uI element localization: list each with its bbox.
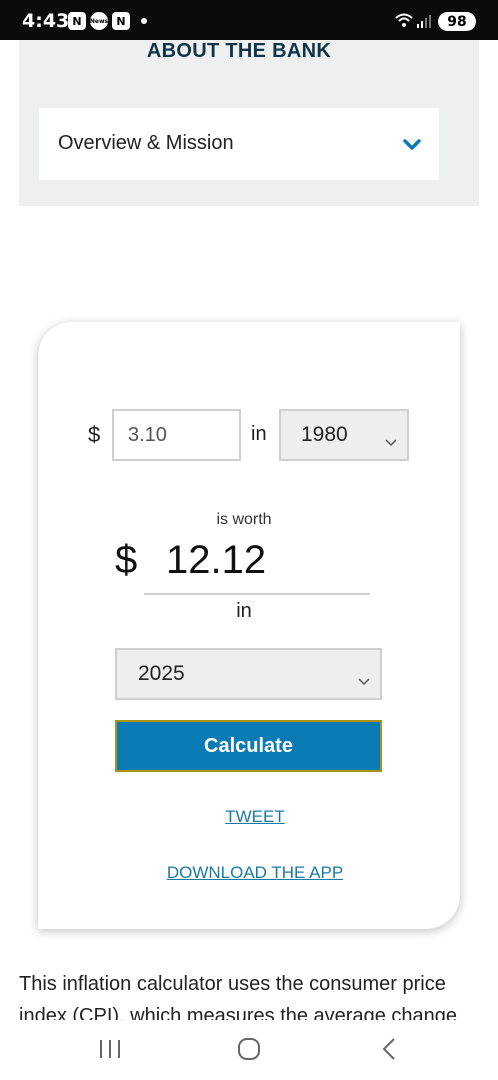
news-app-icon: News xyxy=(90,12,108,30)
more-notifications-dot xyxy=(141,18,147,24)
accordion-label: Overview & Mission xyxy=(58,132,234,154)
in-label-2: in xyxy=(236,600,252,622)
status-time: 4:43 xyxy=(22,10,70,32)
target-year-value: 2025 xyxy=(138,662,185,685)
wifi-icon xyxy=(394,11,414,34)
status-bar: 4:43 N News N 98 xyxy=(0,0,498,40)
result-value: 12.12 xyxy=(166,538,267,582)
result-currency-symbol: $ xyxy=(115,538,138,582)
about-title: ABOUT THE BANK xyxy=(146,40,332,62)
target-year-select[interactable]: 2025 xyxy=(115,648,382,700)
signal-icon xyxy=(416,13,434,34)
download-app-link[interactable]: DOWNLOAD THE APP xyxy=(38,863,472,883)
system-nav-bar xyxy=(0,1020,498,1080)
tweet-link[interactable]: TWEET xyxy=(38,807,472,827)
in-label: in xyxy=(251,423,267,445)
description-text: This inflation calculator uses the consu… xyxy=(19,973,458,1020)
battery-indicator: 98 xyxy=(438,12,476,31)
calculate-button[interactable]: Calculate xyxy=(115,720,382,772)
back-icon[interactable] xyxy=(380,1037,398,1066)
news-notification-icon-2: N xyxy=(112,12,130,30)
overview-accordion[interactable]: Overview & Mission xyxy=(39,108,439,180)
about-panel: ABOUT THE BANK Overview & Mission xyxy=(19,40,479,206)
news-notification-icon: N xyxy=(68,12,86,30)
inflation-calculator-card: $ 3.10 in 1980 is worth $ 12.12 in 2025 … xyxy=(38,322,460,929)
amount-input[interactable]: 3.10 xyxy=(112,409,241,461)
result-underline xyxy=(144,593,370,595)
from-year-select[interactable]: 1980 xyxy=(279,409,409,461)
recent-apps-icon[interactable] xyxy=(97,1038,123,1065)
chevron-down-icon xyxy=(385,429,397,453)
home-icon[interactable] xyxy=(237,1037,261,1066)
currency-symbol: $ xyxy=(88,422,101,447)
chevron-down-icon[interactable] xyxy=(403,138,421,156)
chevron-down-icon xyxy=(358,668,370,692)
is-worth-label: is worth xyxy=(216,511,272,528)
from-year-value: 1980 xyxy=(301,423,348,446)
